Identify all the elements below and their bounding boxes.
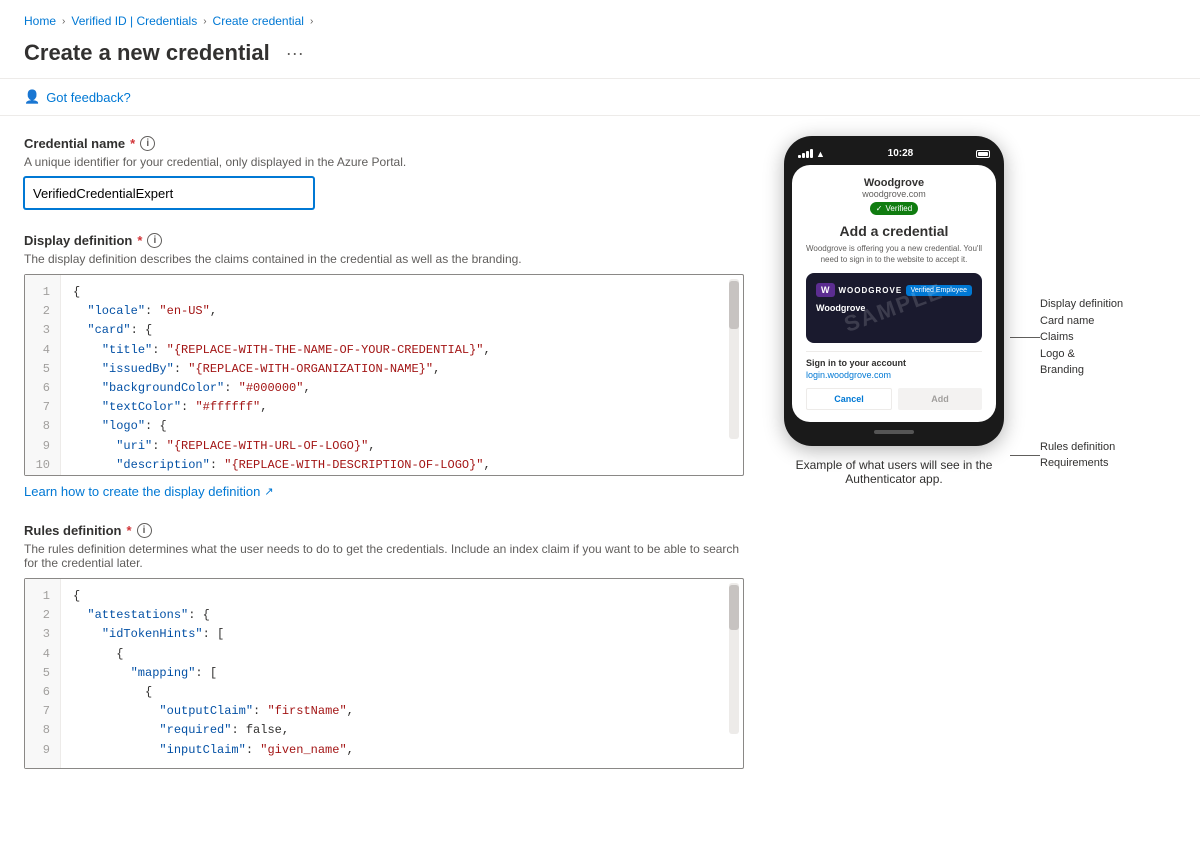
phone-add-button[interactable]: Add [898,388,982,410]
credential-card: W WOODGROVE Verified Employee Woodgrove … [806,273,982,343]
ann-label-rules: Rules definitionRequirements [1040,439,1115,472]
ann-line-1 [1010,337,1040,338]
rules-definition-code[interactable]: { "attestations": { "idTokenHints": [ { … [61,579,743,768]
breadcrumb: Home › Verified ID | Credentials › Creat… [0,0,1200,36]
card-badge-text: Verified Employee [906,285,972,296]
breadcrumb-sep-1: › [62,16,65,27]
phone-battery [976,150,990,158]
breadcrumb-sep-3: › [310,16,313,27]
phone-credential-desc: Woodgrove is offering you a new credenti… [806,243,982,265]
display-definition-description: The display definition describes the cla… [24,252,744,266]
phone-frame: ▲ 10:28 Woodgrove woodgrove.com ✓ [784,136,1004,446]
phone-cancel-button[interactable]: Cancel [806,388,892,410]
display-scroll-indicator[interactable] [729,279,739,439]
breadcrumb-sep-2: › [203,16,206,27]
display-definition-editor[interactable]: 1234567891011 { "locale": "en-US", "card… [24,274,744,476]
phone-verified-badge: ✓ Verified [870,202,918,215]
phone-signal: ▲ [798,149,825,159]
display-definition-line-numbers: 1234567891011 [25,275,61,475]
credential-name-info-icon[interactable]: i [140,136,155,151]
phone-credential-title: Add a credential [806,223,982,239]
display-definition-label: Display definition * i [24,233,744,248]
required-star: * [130,136,135,151]
card-logo-w: W [816,283,835,297]
rules-definition-info-icon[interactable]: i [137,523,152,538]
preview-section: ▲ 10:28 Woodgrove woodgrove.com ✓ [784,136,1123,793]
feedback-bar[interactable]: 👤 Got feedback? [0,79,1200,116]
rules-definition-line-numbers: 123456789 [25,579,61,768]
phone-home-indicator [874,430,914,434]
display-definition-group: Display definition * i The display defin… [24,233,744,499]
rules-scroll-indicator[interactable] [729,583,739,734]
phone-divider [806,351,982,352]
page-header: Create a new credential ··· [0,36,1200,79]
phone-actions: Cancel Add [806,388,982,410]
card-logo-area: W WOODGROVE [816,283,902,297]
ann-line-2 [1010,455,1040,456]
display-definition-link[interactable]: Learn how to create the display definiti… [24,484,274,499]
rules-definition-label: Rules definition * i [24,523,744,538]
feedback-icon: 👤 [24,89,40,105]
phone-preview: ▲ 10:28 Woodgrove woodgrove.com ✓ [784,136,1004,486]
ann-label-display: Display definitionCard nameClaimsLogo &B… [1040,296,1123,379]
annotation-rules-definition: Rules definitionRequirements [1010,439,1123,472]
credential-name-description: A unique identifier for your credential,… [24,155,744,169]
credential-name-group: Credential name * i A unique identifier … [24,136,744,209]
rules-definition-description: The rules definition determines what the… [24,542,744,570]
display-definition-info-icon[interactable]: i [147,233,162,248]
phone-signin-link: login.woodgrove.com [806,370,982,380]
credential-name-label: Credential name * i [24,136,744,151]
phone-signin-section: Sign in to your account login.woodgrove.… [806,358,982,380]
phone-status-bar: ▲ 10:28 [792,148,996,165]
form-section: Credential name * i A unique identifier … [24,136,784,793]
phone-caption: Example of what users will see in the Au… [784,458,1004,486]
annotation-display-definition: Display definitionCard nameClaimsLogo &B… [1010,296,1123,379]
phone-signin-title: Sign in to your account [806,358,982,368]
annotations-column: Display definitionCard nameClaimsLogo &B… [1010,136,1123,472]
breadcrumb-home[interactable]: Home [24,14,56,28]
breadcrumb-create-credential[interactable]: Create credential [213,14,304,28]
phone-time: 10:28 [888,148,914,159]
page-title: Create a new credential [24,40,270,66]
feedback-label: Got feedback? [46,90,131,105]
rules-definition-group: Rules definition * i The rules definitio… [24,523,744,769]
phone-org-domain: woodgrove.com [806,189,982,199]
more-options-button[interactable]: ··· [280,41,310,66]
card-bottom-org: Woodgrove [816,303,972,313]
external-link-icon: ↗ [264,485,273,498]
breadcrumb-verified-id[interactable]: Verified ID | Credentials [71,14,197,28]
card-org-text: WOODGROVE [839,286,903,295]
phone-org-name: Woodgrove [806,177,982,189]
phone-screen: Woodgrove woodgrove.com ✓ Verified Add a… [792,165,996,422]
credential-name-input[interactable] [24,177,314,209]
phone-app-header: Woodgrove woodgrove.com ✓ Verified [806,177,982,215]
required-star-rules: * [127,523,132,538]
display-definition-code[interactable]: { "locale": "en-US", "card": { "title": … [61,275,743,475]
required-star-display: * [137,233,142,248]
rules-definition-editor[interactable]: 123456789 { "attestations": { "idTokenHi… [24,578,744,769]
